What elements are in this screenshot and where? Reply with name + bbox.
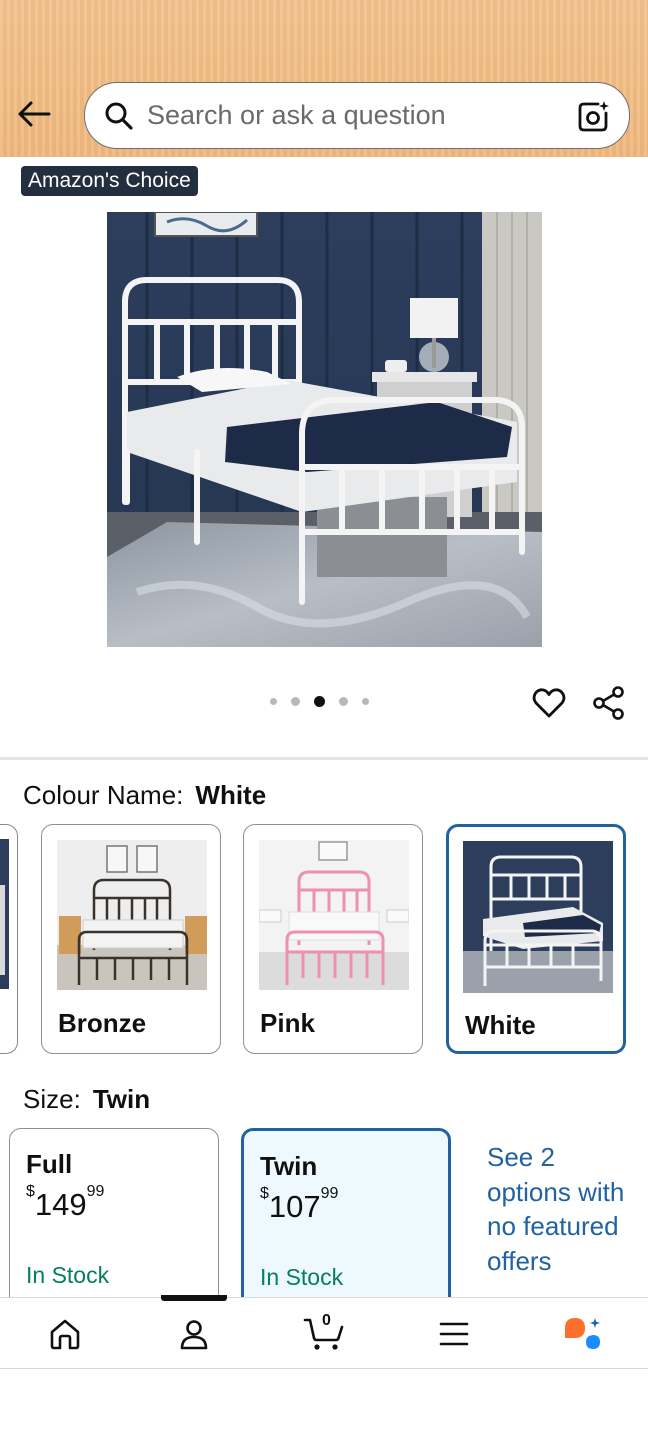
bottom-navigation: 0: [0, 1295, 648, 1369]
nav-active-indicator: [161, 1295, 227, 1301]
nav-menu[interactable]: [430, 1312, 478, 1356]
nav-cart[interactable]: 0: [300, 1312, 348, 1356]
search-icon: [103, 100, 135, 132]
pink-bed-thumbnail: [259, 840, 409, 990]
price-currency: $: [26, 1183, 35, 1200]
search-input[interactable]: [147, 95, 573, 136]
menu-icon: [439, 1322, 469, 1346]
arrow-left-icon: [18, 101, 51, 127]
colour-option-label: Bronze: [58, 1008, 147, 1038]
pagination-dot[interactable]: [362, 698, 369, 705]
account-icon: [180, 1320, 208, 1350]
size-label-text: Size:: [23, 1084, 81, 1114]
rufus-icon: [565, 1318, 600, 1349]
section-divider: [0, 757, 648, 760]
size-option-price: $10799: [260, 1185, 338, 1225]
nav-account[interactable]: [170, 1312, 218, 1356]
pagination-dot[interactable]: [270, 698, 277, 705]
pagination-dot[interactable]: [339, 697, 348, 706]
home-icon: [50, 1319, 80, 1350]
nav-rufus[interactable]: [559, 1312, 607, 1356]
colour-swatch-pink[interactable]: Pink: [243, 824, 423, 1054]
colour-option-label: Pink: [260, 1008, 315, 1038]
price-whole: 149: [34, 1187, 87, 1222]
header-bar: [0, 0, 648, 157]
amazons-choice-badge: Amazon's Choice: [21, 166, 198, 196]
size-label: Size: Twin: [23, 1084, 150, 1115]
colour-selected-value: White: [195, 780, 267, 810]
size-option-name: Full: [26, 1149, 73, 1179]
price-fraction: 99: [320, 1185, 339, 1202]
colour-label: Colour Name: White: [23, 780, 266, 811]
stock-status: In Stock: [26, 1262, 110, 1288]
share-icon: [593, 686, 624, 720]
price-currency: $: [260, 1185, 269, 1202]
size-option-name: Twin: [260, 1151, 318, 1181]
size-option-full[interactable]: Full $14999 In Stock: [9, 1128, 219, 1318]
nav-home[interactable]: [41, 1312, 89, 1356]
search-bar[interactable]: [84, 82, 630, 149]
size-selected-value: Twin: [92, 1084, 151, 1114]
share-button[interactable]: [591, 685, 627, 721]
stock-status: In Stock: [260, 1264, 344, 1290]
pagination-dot-active[interactable]: [314, 696, 325, 707]
see-more-options-link[interactable]: See 2 options with no featured offers: [487, 1140, 627, 1295]
cart-count: 0: [322, 1312, 331, 1329]
heart-icon: [532, 688, 566, 718]
product-image[interactable]: [107, 212, 542, 647]
back-button[interactable]: [14, 94, 54, 134]
colour-swatch-partial[interactable]: [0, 824, 18, 1054]
wishlist-button[interactable]: [531, 685, 567, 721]
size-option-price: $14999: [26, 1183, 104, 1223]
bronze-bed-thumbnail: [57, 840, 207, 990]
pagination-dot[interactable]: [291, 697, 300, 706]
camera-lens-icon[interactable]: [573, 96, 613, 136]
colour-swatch-bronze[interactable]: Bronze: [41, 824, 221, 1054]
white-bed-thumbnail: [463, 841, 613, 993]
price-whole: 107: [268, 1189, 321, 1224]
colour-swatch-white[interactable]: White: [446, 824, 626, 1054]
colour-label-text: Colour Name:: [23, 780, 184, 810]
colour-option-label: White: [465, 1010, 536, 1040]
size-option-twin[interactable]: Twin $10799 In Stock: [241, 1128, 451, 1318]
price-fraction: 99: [86, 1183, 105, 1200]
image-pagination-dots: [270, 696, 369, 707]
